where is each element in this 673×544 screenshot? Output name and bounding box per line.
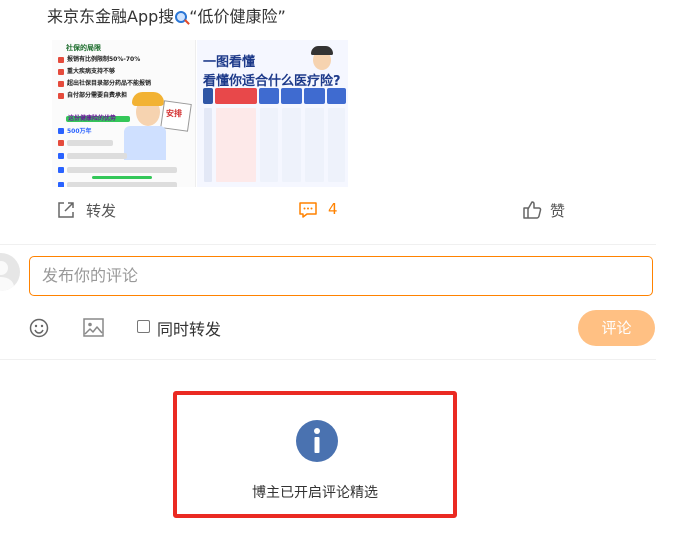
compare-table bbox=[203, 88, 346, 184]
repost-label[interactable]: 同时转发 bbox=[157, 316, 221, 340]
submit-comment-button[interactable]: 评论 bbox=[578, 310, 655, 346]
compare-heading-2: 看懂你适合什么医疗险? bbox=[203, 74, 341, 89]
avatar bbox=[0, 253, 20, 291]
divider bbox=[0, 244, 656, 245]
notes-banner: 这份健康险的优势 bbox=[68, 115, 117, 122]
notes-line: 报销有比例限制50%-70% bbox=[67, 56, 141, 63]
notes-highlight: 500万年 bbox=[67, 128, 92, 135]
comment-icon[interactable] bbox=[298, 201, 318, 219]
post-text-before: 来京东金融App搜 bbox=[47, 7, 175, 26]
notes-image[interactable]: 社保的局限 报销有比例限制50%-70% 重大疾病支持不够 超出社保目录部分药品… bbox=[52, 40, 196, 187]
repost-checkbox[interactable] bbox=[137, 320, 150, 333]
share-icon[interactable] bbox=[57, 201, 75, 219]
magnifier-icon bbox=[175, 11, 188, 23]
comment-curation-notice: 博主已开启评论精选 bbox=[252, 485, 378, 501]
post-text: 来京东金融App搜 “低价健康险” bbox=[47, 3, 286, 27]
insurance-compare-image[interactable]: 一图看懂 看懂你适合什么医疗险? bbox=[197, 40, 348, 187]
share-button[interactable]: 转发 bbox=[86, 200, 116, 221]
like-button[interactable]: 赞 bbox=[550, 200, 565, 221]
notes-title: 社保的局限 bbox=[66, 44, 101, 52]
comment-input[interactable]: 发布你的评论 bbox=[29, 256, 653, 296]
notes-sticker: 安排 bbox=[166, 109, 182, 118]
notes-line: 超出社保目录部分药品不能报销 bbox=[67, 80, 152, 87]
compare-heading-1: 一图看懂 bbox=[203, 55, 256, 70]
emoji-icon[interactable] bbox=[29, 318, 49, 338]
divider bbox=[0, 359, 656, 360]
info-icon bbox=[296, 420, 338, 462]
notes-line: 重大疾病支持不够 bbox=[67, 68, 116, 75]
post-text-after: “低价健康险” bbox=[189, 7, 286, 26]
notes-line: 自付部分需要自费承担 bbox=[67, 92, 128, 99]
comment-count[interactable]: 4 bbox=[328, 200, 338, 218]
image-upload-icon[interactable] bbox=[83, 318, 104, 337]
thumbs-up-icon[interactable] bbox=[522, 200, 542, 220]
